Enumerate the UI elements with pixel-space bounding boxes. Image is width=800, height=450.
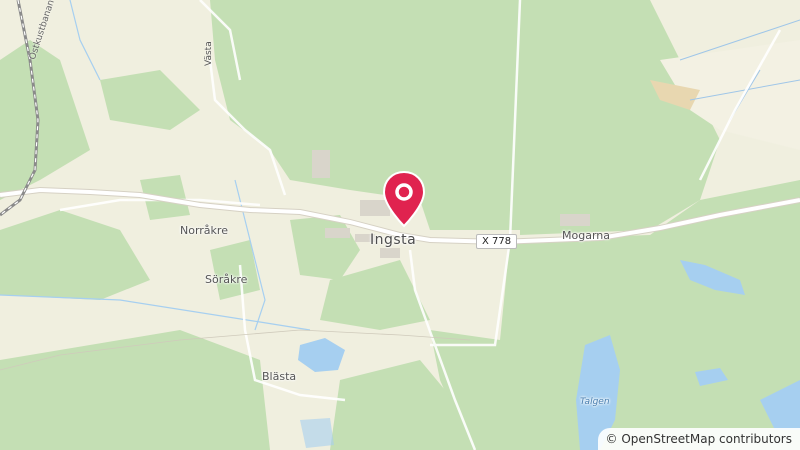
- road-label-vasta: Västa: [204, 41, 214, 66]
- place-label-ingsta: Ingsta: [370, 232, 417, 248]
- water-label-talgen: Talgen: [580, 397, 610, 407]
- place-label-mogarna: Mogarna: [562, 229, 610, 242]
- openstreetmap-link[interactable]: © OpenStreetMap contributors: [606, 432, 792, 446]
- map-pin-icon[interactable]: [382, 170, 426, 228]
- map-attribution[interactable]: © OpenStreetMap contributors: [597, 428, 800, 450]
- road-shield-x778: X 778: [476, 234, 518, 249]
- place-label-norrakre: Norråkre: [180, 224, 228, 237]
- place-label-blasta: Blästa: [262, 370, 297, 383]
- map-view[interactable]: Ingsta Norråkre Söråkre Blästa Mogarna T…: [0, 0, 800, 450]
- place-label-sorakre: Söråkre: [205, 273, 248, 286]
